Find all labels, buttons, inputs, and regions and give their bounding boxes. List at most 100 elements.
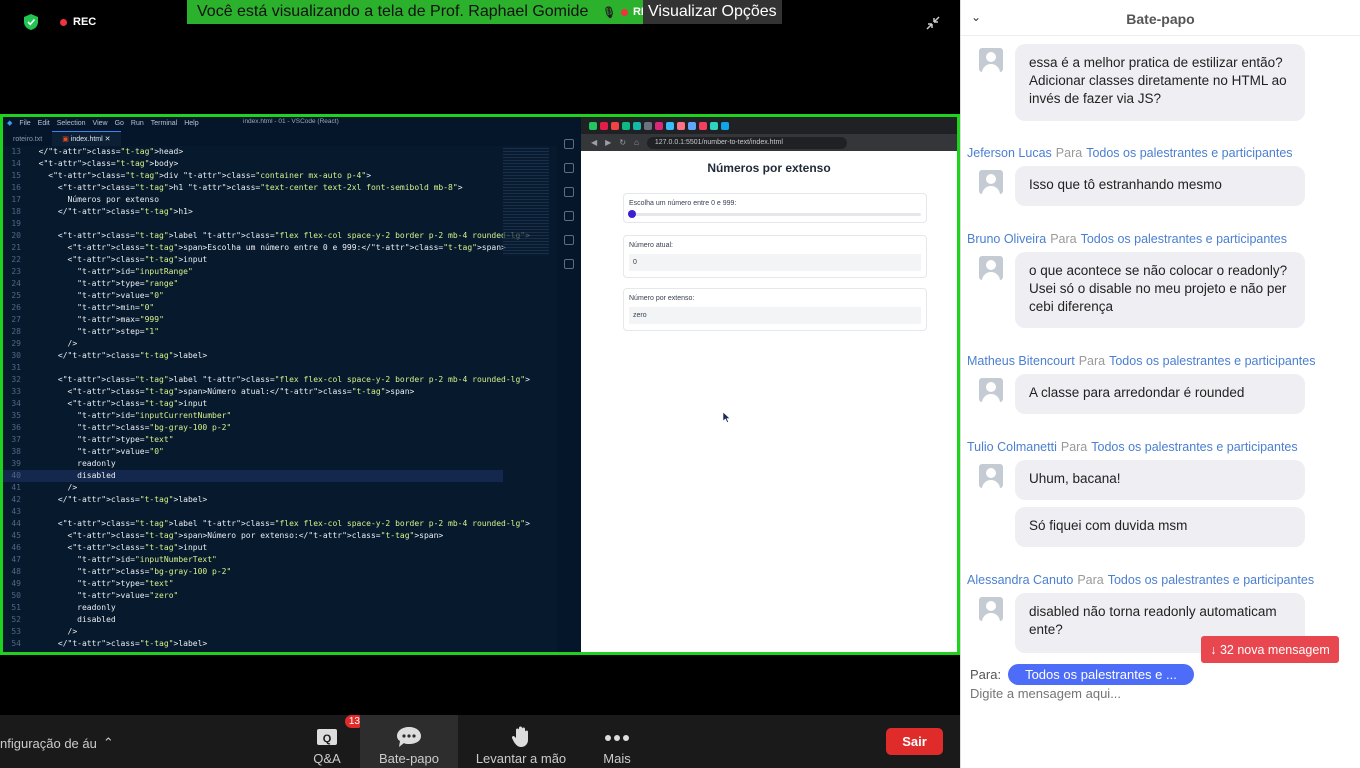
leave-meeting-button[interactable]: Sair — [886, 728, 943, 755]
menu-run[interactable]: Run — [131, 120, 144, 127]
tab-favicon-icon[interactable] — [688, 121, 696, 130]
code-line[interactable]: 42 </"t-attr">class="t-tag">label> — [3, 494, 503, 506]
menu-help[interactable]: Help — [184, 120, 198, 127]
forward-icon[interactable]: ▶ — [605, 138, 611, 147]
current-number-field[interactable]: 0 — [629, 254, 921, 271]
code-line[interactable]: 23 "t-attr">id="inputRange" — [3, 266, 503, 278]
tab-favicon-icon[interactable] — [710, 121, 718, 130]
close-tab-icon[interactable]: ✕ — [105, 136, 111, 143]
number-range-slider[interactable] — [628, 210, 921, 218]
code-line[interactable]: 22 <"t-attr">class="t-tag">input — [3, 254, 503, 266]
code-line[interactable]: 15 <"t-attr">class="t-tag">div "t-attr">… — [3, 170, 503, 182]
code-line[interactable]: 49 "t-attr">type="text" — [3, 578, 503, 590]
reload-icon[interactable]: ↻ — [619, 138, 626, 147]
code-line[interactable]: 20 <"t-attr">class="t-tag">label "t-attr… — [3, 230, 530, 242]
new-messages-button[interactable]: ↓ 32 nova mensagem — [1201, 636, 1339, 663]
code-line[interactable]: 13 </"t-attr">class="t-tag">head> — [3, 146, 503, 158]
shield-check-icon[interactable] — [24, 14, 38, 30]
tab-favicon-icon[interactable] — [622, 121, 630, 130]
code-line[interactable]: 48 "t-attr">class="bg-gray-100 p-2" — [3, 566, 503, 578]
menu-view[interactable]: View — [93, 120, 108, 127]
tab-favicon-icon[interactable] — [611, 121, 619, 130]
sender-name[interactable]: Matheus Bitencourt — [967, 354, 1075, 368]
code-line[interactable]: 16 <"t-attr">class="t-tag">h1 "t-attr">c… — [3, 182, 503, 194]
code-line[interactable]: 29 /> — [3, 338, 503, 350]
exit-fullscreen-icon[interactable] — [924, 14, 942, 32]
code-line[interactable]: 39 readonly — [3, 458, 503, 470]
code-line[interactable]: 26 "t-attr">min="0" — [3, 302, 503, 314]
tab-favicon-icon[interactable] — [589, 121, 597, 130]
view-options-button[interactable]: Visualizar Opções — [643, 0, 782, 24]
menu-file[interactable]: File — [19, 120, 30, 127]
sender-name[interactable]: Jeferson Lucas — [967, 146, 1052, 160]
code-line[interactable]: 47 "t-attr">id="inputNumberText" — [3, 554, 503, 566]
code-line[interactable]: 27 "t-attr">max="999" — [3, 314, 503, 326]
recipient-name[interactable]: Todos os palestrantes e participantes — [1086, 146, 1292, 160]
minimap[interactable] — [503, 146, 549, 256]
recipient-select[interactable]: Todos os palestrantes e ... — [1008, 664, 1194, 685]
menu-go[interactable]: Go — [115, 120, 124, 127]
tab-favicon-icon[interactable] — [677, 121, 685, 130]
code-line[interactable]: 40 disabled — [3, 470, 503, 482]
sender-name[interactable]: Bruno Oliveira — [967, 232, 1046, 246]
menu-selection[interactable]: Selection — [57, 120, 86, 127]
code-line[interactable]: 18 </"t-attr">class="t-tag">h1> — [3, 206, 503, 218]
tab-roteiro[interactable]: roteiro.txt — [3, 133, 52, 146]
code-line[interactable]: 31 — [3, 362, 503, 374]
menu-edit[interactable]: Edit — [38, 120, 50, 127]
code-line[interactable]: 45 <"t-attr">class="t-tag">span>Número p… — [3, 530, 503, 542]
chat-button[interactable]: Bate-papo — [360, 715, 458, 768]
code-line[interactable]: 52 disabled — [3, 614, 503, 626]
tab-favicon-icon[interactable] — [666, 121, 674, 130]
range-thumb[interactable] — [628, 210, 636, 218]
code-line[interactable]: 55 </"t-attr">class="t-tag">div> — [3, 650, 503, 652]
tab-favicon-icon[interactable] — [655, 121, 663, 130]
recipient-name[interactable]: Todos os palestrantes e participantes — [1109, 354, 1315, 368]
chat-message-list[interactable]: essa é a melhor pratica de estilizar ent… — [961, 36, 1360, 656]
code-line[interactable]: 35 "t-attr">id="inputCurrentNumber" — [3, 410, 503, 422]
code-line[interactable]: 43 — [3, 506, 503, 518]
remote-explorer-icon[interactable] — [564, 235, 574, 245]
code-line[interactable]: 24 "t-attr">type="range" — [3, 278, 503, 290]
code-line[interactable]: 53 /> — [3, 626, 503, 638]
run-debug-icon[interactable] — [564, 211, 574, 221]
code-editor[interactable]: 13 </"t-attr">class="t-tag">head> 14 <"t-… — [3, 146, 530, 652]
tab-favicon-icon[interactable] — [600, 121, 608, 130]
code-line[interactable]: 33 <"t-attr">class="t-tag">span>Número a… — [3, 386, 503, 398]
home-icon[interactable]: ⌂ — [634, 138, 639, 147]
recipient-name[interactable]: Todos os palestrantes e participantes — [1091, 440, 1297, 454]
code-line[interactable]: 50 "t-attr">value="zero" — [3, 590, 503, 602]
code-line[interactable]: 25 "t-attr">value="0" — [3, 290, 503, 302]
qa-button[interactable]: Q Q&A 13 — [304, 715, 364, 768]
audio-settings-button[interactable]: nfiguração de áu ⌃ — [0, 735, 114, 751]
code-line[interactable]: 51 readonly — [3, 602, 503, 614]
sender-name[interactable]: Alessandra Canuto — [967, 573, 1073, 587]
sender-name[interactable]: Tulio Colmanetti — [967, 440, 1057, 454]
code-line[interactable]: 28 "t-attr">step="1" — [3, 326, 503, 338]
code-line[interactable]: 37 "t-attr">type="text" — [3, 434, 503, 446]
code-line[interactable]: 32 <"t-attr">class="t-tag">label "t-attr… — [3, 374, 530, 386]
raise-hand-button[interactable]: Levantar a mão — [474, 715, 568, 768]
back-icon[interactable]: ◀ — [591, 138, 597, 147]
tab-favicon-icon[interactable] — [699, 121, 707, 130]
chat-message-input[interactable] — [970, 686, 1350, 701]
recipient-name[interactable]: Todos os palestrantes e participantes — [1108, 573, 1314, 587]
code-line[interactable]: 38 "t-attr">value="0" — [3, 446, 503, 458]
menu-terminal[interactable]: Terminal — [151, 120, 177, 127]
source-control-icon[interactable] — [564, 187, 574, 197]
code-line[interactable]: 36 "t-attr">class="bg-gray-100 p-2" — [3, 422, 503, 434]
address-bar[interactable]: 127.0.0.1:5501/number-to-text/index.html — [646, 136, 847, 149]
code-line[interactable]: 17 Números por extenso — [3, 194, 503, 206]
code-line[interactable]: 44 <"t-attr">class="t-tag">label "t-attr… — [3, 518, 530, 530]
search-icon[interactable] — [564, 163, 574, 173]
recipient-name[interactable]: Todos os palestrantes e participantes — [1081, 232, 1287, 246]
code-line[interactable]: 19 — [3, 218, 503, 230]
tab-favicon-icon[interactable] — [721, 121, 729, 130]
tab-favicon-icon[interactable] — [633, 121, 641, 130]
extensions-icon[interactable] — [564, 259, 574, 269]
code-line[interactable]: 14 <"t-attr">class="t-tag">body> — [3, 158, 503, 170]
code-line[interactable]: 21 <"t-attr">class="t-tag">span>Escolha … — [3, 242, 506, 254]
tab-favicon-icon[interactable] — [644, 121, 652, 130]
code-line[interactable]: 30 </"t-attr">class="t-tag">label> — [3, 350, 503, 362]
explorer-icon[interactable] — [564, 139, 574, 149]
